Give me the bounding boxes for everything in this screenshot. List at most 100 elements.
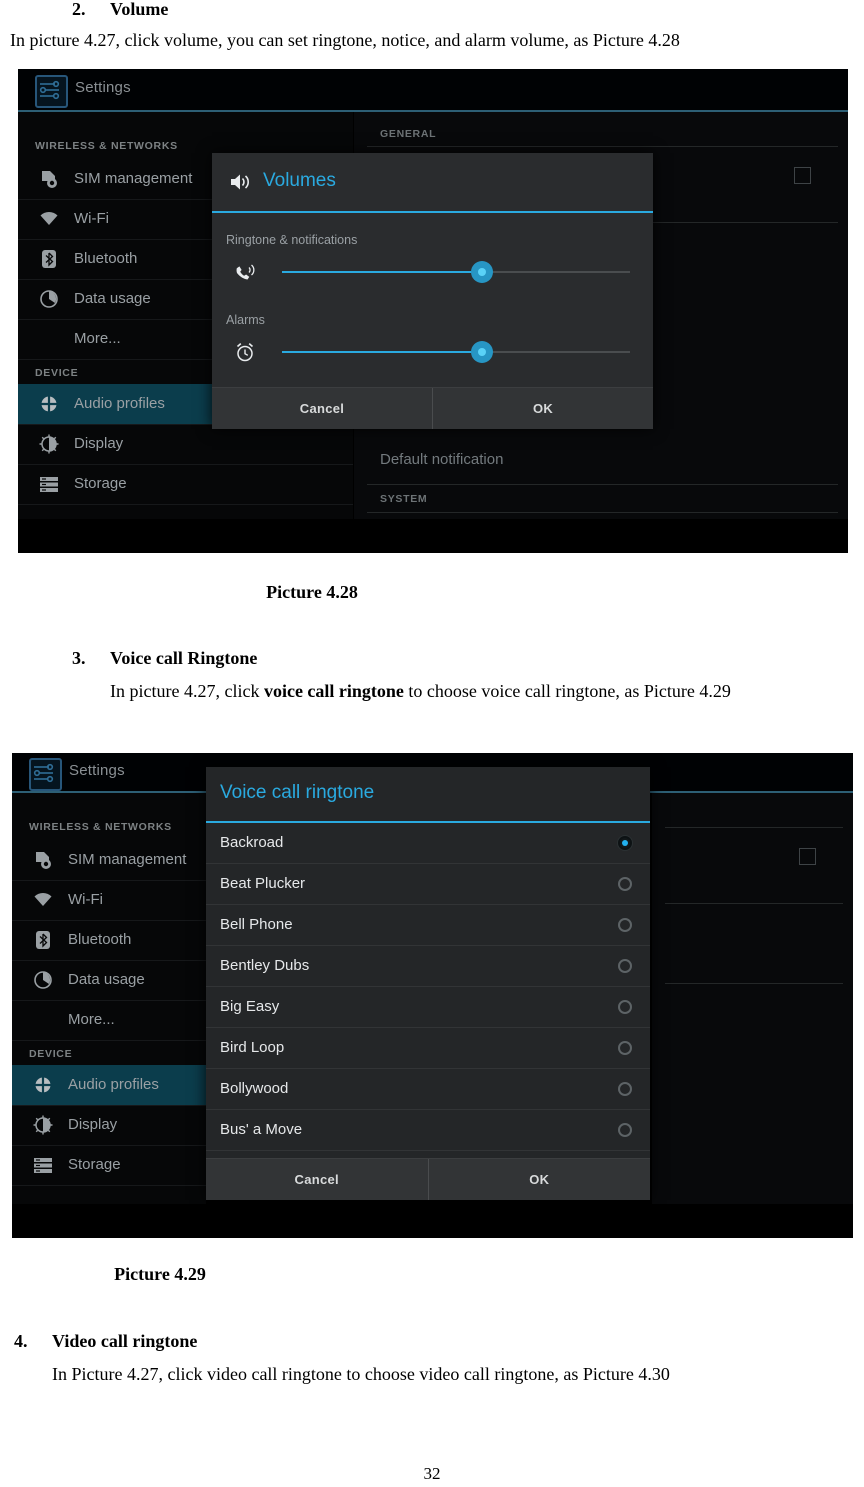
sidebar-item-storage[interactable]: Storage	[12, 1145, 206, 1186]
section-2-number: 2.	[72, 0, 86, 19]
sidebar-group-wireless: WIRELESS & NETWORKS	[29, 821, 172, 833]
bluetooth-icon	[33, 930, 53, 950]
ringtone-list[interactable]: Backroad Beat Plucker Bell Phone Bentley…	[206, 823, 650, 1159]
ok-button[interactable]: OK	[427, 1159, 651, 1200]
radio-button[interactable]	[618, 1082, 632, 1096]
dialog-header: Volumes	[212, 153, 653, 213]
section-4-number: 4.	[14, 1331, 28, 1351]
ringtone-slider-fill	[282, 271, 492, 273]
section-3-heading: 3. Voice call Ringtone	[72, 647, 257, 669]
wifi-icon	[33, 890, 53, 910]
section-3-body: In picture 4.27, click voice call ringto…	[110, 678, 864, 705]
ringtone-name: Bentley Dubs	[220, 957, 310, 974]
sidebar-item-bluetooth[interactable]: Bluetooth	[12, 920, 206, 961]
alarms-slider-fill	[282, 351, 492, 353]
section-3-number: 3.	[72, 648, 86, 668]
general-checkbox[interactable]	[794, 167, 811, 184]
list-item[interactable]: Beat Plucker	[206, 864, 650, 905]
slider-label-ringtone: Ringtone & notifications	[226, 233, 358, 247]
sidebar-item-label: Audio profiles	[68, 1076, 159, 1093]
data-usage-icon	[33, 970, 53, 990]
sidebar-item-data-usage[interactable]: Data usage	[12, 960, 206, 1001]
sidebar-item-label: Audio profiles	[74, 395, 165, 412]
section-4-title: Video call ringtone	[52, 1331, 198, 1351]
sidebar-item-label: Display	[74, 435, 124, 452]
sidebar-item-label: Data usage	[68, 971, 145, 988]
android-navigation-bar	[18, 519, 848, 553]
dialog-title: Volumes	[263, 170, 336, 191]
radio-button[interactable]	[618, 877, 632, 891]
sidebar-item-label: Display	[68, 1116, 118, 1133]
list-item[interactable]: Bird Loop	[206, 1028, 650, 1069]
android-action-bar: Settings	[18, 69, 848, 112]
radio-button[interactable]	[618, 959, 632, 973]
dialog-header: Voice call ringtone	[206, 767, 650, 823]
list-item[interactable]: Big Easy	[206, 987, 650, 1028]
sidebar-item-wi-fi[interactable]: Wi-Fi	[12, 880, 206, 921]
voice-call-ringtone-dialog: Voice call ringtone Backroad Beat Plucke…	[206, 767, 650, 1200]
radio-button[interactable]	[618, 1041, 632, 1055]
sidebar-item-label: Wi-Fi	[68, 891, 103, 908]
alarm-clock-icon	[234, 341, 256, 363]
ringtone-name: Backroad	[220, 834, 284, 851]
list-item[interactable]: Backroad	[206, 823, 650, 864]
sidebar-group-device: DEVICE	[29, 1048, 73, 1060]
cancel-button[interactable]: Cancel	[206, 1159, 428, 1200]
ringtone-name: Bus' a Move	[220, 1121, 303, 1138]
sidebar-item-label: SIM management	[74, 170, 193, 187]
display-icon	[39, 434, 59, 454]
section-3-body-part1: In picture 4.27, click	[110, 681, 264, 701]
sidebar-item-label: Bluetooth	[68, 931, 132, 948]
list-item[interactable]: Bollywood	[206, 1069, 650, 1110]
storage-icon	[33, 1155, 53, 1175]
dialog-button-bar: Cancel OK	[212, 387, 653, 429]
ringtone-slider-thumb[interactable]	[471, 261, 493, 283]
radio-button[interactable]	[618, 836, 632, 850]
sidebar-item-display[interactable]: Display	[12, 1105, 206, 1146]
dialog-button-bar: Cancel OK	[206, 1158, 650, 1200]
ringtone-name: Bell Phone	[220, 916, 293, 933]
page-number: 32	[423, 1464, 441, 1483]
display-icon	[33, 1115, 53, 1135]
radio-button[interactable]	[618, 918, 632, 932]
general-checkbox[interactable]	[799, 848, 816, 865]
alarms-slider-thumb[interactable]	[471, 341, 493, 363]
ok-button[interactable]: OK	[432, 388, 653, 429]
divider	[665, 903, 843, 904]
section-3-body-bold: voice call ringtone	[263, 681, 404, 701]
caption-picture-429: Picture 4.29	[114, 1264, 206, 1284]
settings-content-pane	[652, 793, 853, 1238]
sidebar-item-label: Storage	[68, 1156, 121, 1173]
sidebar-item-more[interactable]: More...	[12, 1000, 206, 1041]
sidebar-item-label: Data usage	[74, 290, 151, 307]
sidebar-item-label: SIM management	[68, 851, 187, 868]
radio-button[interactable]	[618, 1123, 632, 1137]
content-group-general: GENERAL	[380, 128, 437, 140]
slider-label-alarms: Alarms	[226, 313, 265, 327]
list-item[interactable]: Bell Phone	[206, 905, 650, 946]
sidebar-item-label: Storage	[74, 475, 127, 492]
sidebar-item-label: Wi-Fi	[74, 210, 109, 227]
section-3-title: Voice call Ringtone	[110, 648, 258, 668]
sidebar-item-sim-management[interactable]: SIM management	[12, 840, 206, 881]
dialog-title: Voice call ringtone	[220, 782, 375, 803]
sidebar-item-label: More...	[74, 330, 121, 347]
divider	[367, 512, 838, 513]
sidebar-item-display[interactable]: Display	[18, 424, 353, 465]
section-4-heading: 4. Video call ringtone	[14, 1330, 197, 1352]
section-2-heading: 2. Volume	[72, 0, 168, 20]
settings-sidebar: WIRELESS & NETWORKS SIM management Wi-Fi…	[12, 793, 206, 1238]
sidebar-item-storage[interactable]: Storage	[18, 464, 353, 505]
ringtone-name: Beat Plucker	[220, 875, 306, 892]
data-usage-icon	[39, 289, 59, 309]
cancel-button[interactable]: Cancel	[212, 388, 432, 429]
screenshot-picture-429: Settings WIRELESS & NETWORKS SIM managem…	[11, 752, 854, 1239]
content-item-default-notification[interactable]: Default notification	[380, 451, 503, 468]
action-bar-title: Settings	[75, 79, 131, 96]
list-item[interactable]: Bentley Dubs	[206, 946, 650, 987]
sidebar-item-audio-profiles[interactable]: Audio profiles	[12, 1065, 206, 1106]
divider	[665, 983, 843, 984]
divider	[665, 827, 843, 828]
list-item[interactable]: Bus' a Move	[206, 1110, 650, 1151]
radio-button[interactable]	[618, 1000, 632, 1014]
